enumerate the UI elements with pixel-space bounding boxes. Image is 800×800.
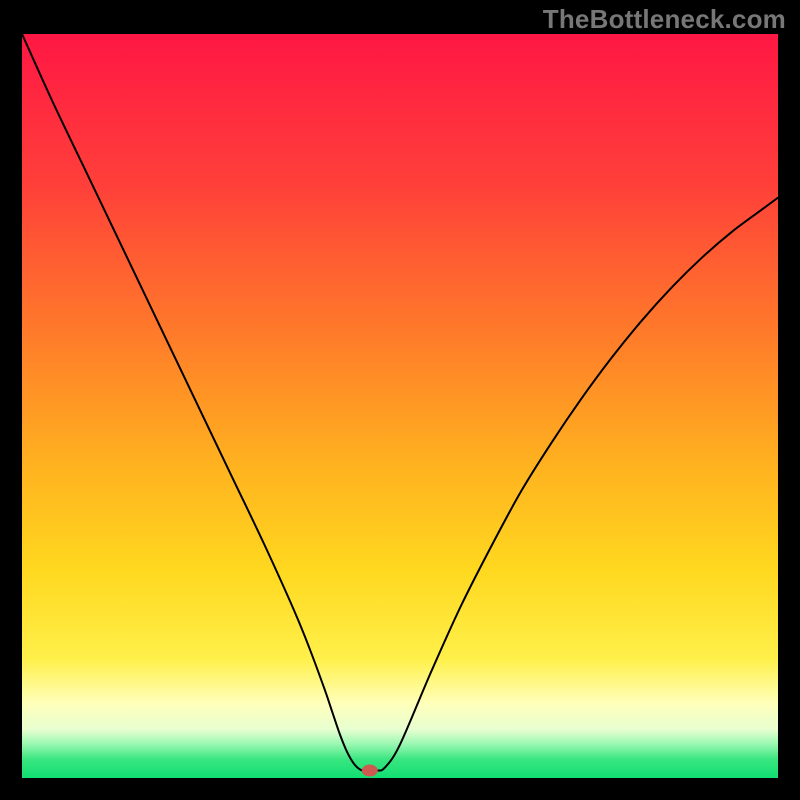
gradient-background	[22, 34, 778, 778]
chart-container: TheBottleneck.com	[0, 0, 800, 800]
optimal-marker	[362, 765, 378, 777]
chart-svg	[22, 34, 778, 778]
watermark-text: TheBottleneck.com	[543, 4, 786, 35]
plot-area	[22, 34, 778, 778]
